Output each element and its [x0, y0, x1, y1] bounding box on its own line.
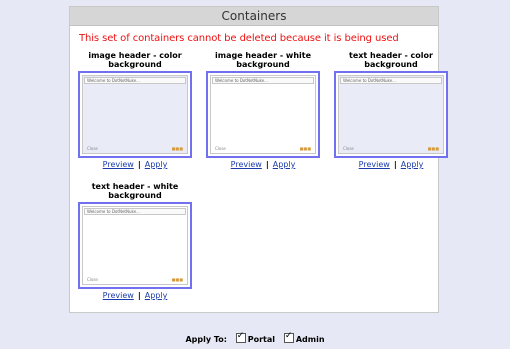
link-separator: | — [137, 160, 141, 169]
container-thumbnail[interactable]: Welcome to DotNetNuke... Close ■■■ — [334, 71, 448, 158]
container-thumbnail[interactable]: Welcome to DotNetNuke... Close ■■■ — [78, 202, 192, 289]
link-separator: | — [265, 160, 269, 169]
link-separator: | — [393, 160, 397, 169]
thumbnail-icons: ■■■ — [299, 146, 311, 151]
apply-link[interactable]: Apply — [401, 160, 424, 169]
container-title: text header - white background — [91, 182, 179, 200]
portal-checkbox[interactable] — [235, 331, 246, 343]
admin-label: Admin — [295, 335, 325, 344]
portal-option[interactable]: Portal — [235, 331, 276, 344]
container-card: image header - white background Welcome … — [202, 51, 324, 170]
preview-link[interactable]: Preview — [103, 160, 134, 169]
thumbnail-footer: Close — [215, 146, 226, 151]
container-title: image header - white background — [215, 51, 311, 69]
warning-message: This set of containers cannot be deleted… — [79, 33, 399, 44]
container-title: image header - color background — [88, 51, 182, 69]
thumbnail-icons: ■■■ — [171, 146, 183, 151]
link-separator: | — [137, 291, 141, 300]
apply-to-label: Apply To: — [185, 335, 227, 344]
preview-link[interactable]: Preview — [231, 160, 262, 169]
thumbnail-titlebar: Welcome to DotNetNuke... — [84, 77, 186, 84]
thumbnail-titlebar: Welcome to DotNetNuke... — [340, 77, 442, 84]
admin-checkbox[interactable] — [283, 331, 294, 343]
panel-title: Containers — [70, 7, 438, 26]
thumbnail-icons: ■■■ — [427, 146, 439, 151]
thumbnail-titlebar: Welcome to DotNetNuke... — [84, 208, 186, 215]
thumbnail-footer: Close — [87, 277, 98, 282]
thumbnail-footer: Close — [87, 146, 98, 151]
thumbnail-footer: Close — [343, 146, 354, 151]
container-card: text header - color background Welcome t… — [330, 51, 452, 170]
container-title: text header - color background — [349, 51, 433, 69]
portal-label: Portal — [247, 335, 276, 344]
preview-link[interactable]: Preview — [103, 291, 134, 300]
container-thumbnail[interactable]: Welcome to DotNetNuke... Close ■■■ — [78, 71, 192, 158]
thumbnail-icons: ■■■ — [171, 277, 183, 282]
container-card: text header - white background Welcome t… — [74, 182, 196, 301]
apply-link[interactable]: Apply — [273, 160, 296, 169]
apply-link[interactable]: Apply — [145, 291, 168, 300]
admin-option[interactable]: Admin — [283, 331, 325, 344]
containers-panel: Containers This set of containers cannot… — [69, 6, 448, 313]
apply-to-row: Apply To: Portal Admin — [0, 331, 510, 344]
apply-link[interactable]: Apply — [145, 160, 168, 169]
preview-link[interactable]: Preview — [359, 160, 390, 169]
container-thumbnail[interactable]: Welcome to DotNetNuke... Close ■■■ — [206, 71, 320, 158]
container-card: image header - color background Welcome … — [74, 51, 196, 170]
thumbnail-titlebar: Welcome to DotNetNuke... — [212, 77, 314, 84]
